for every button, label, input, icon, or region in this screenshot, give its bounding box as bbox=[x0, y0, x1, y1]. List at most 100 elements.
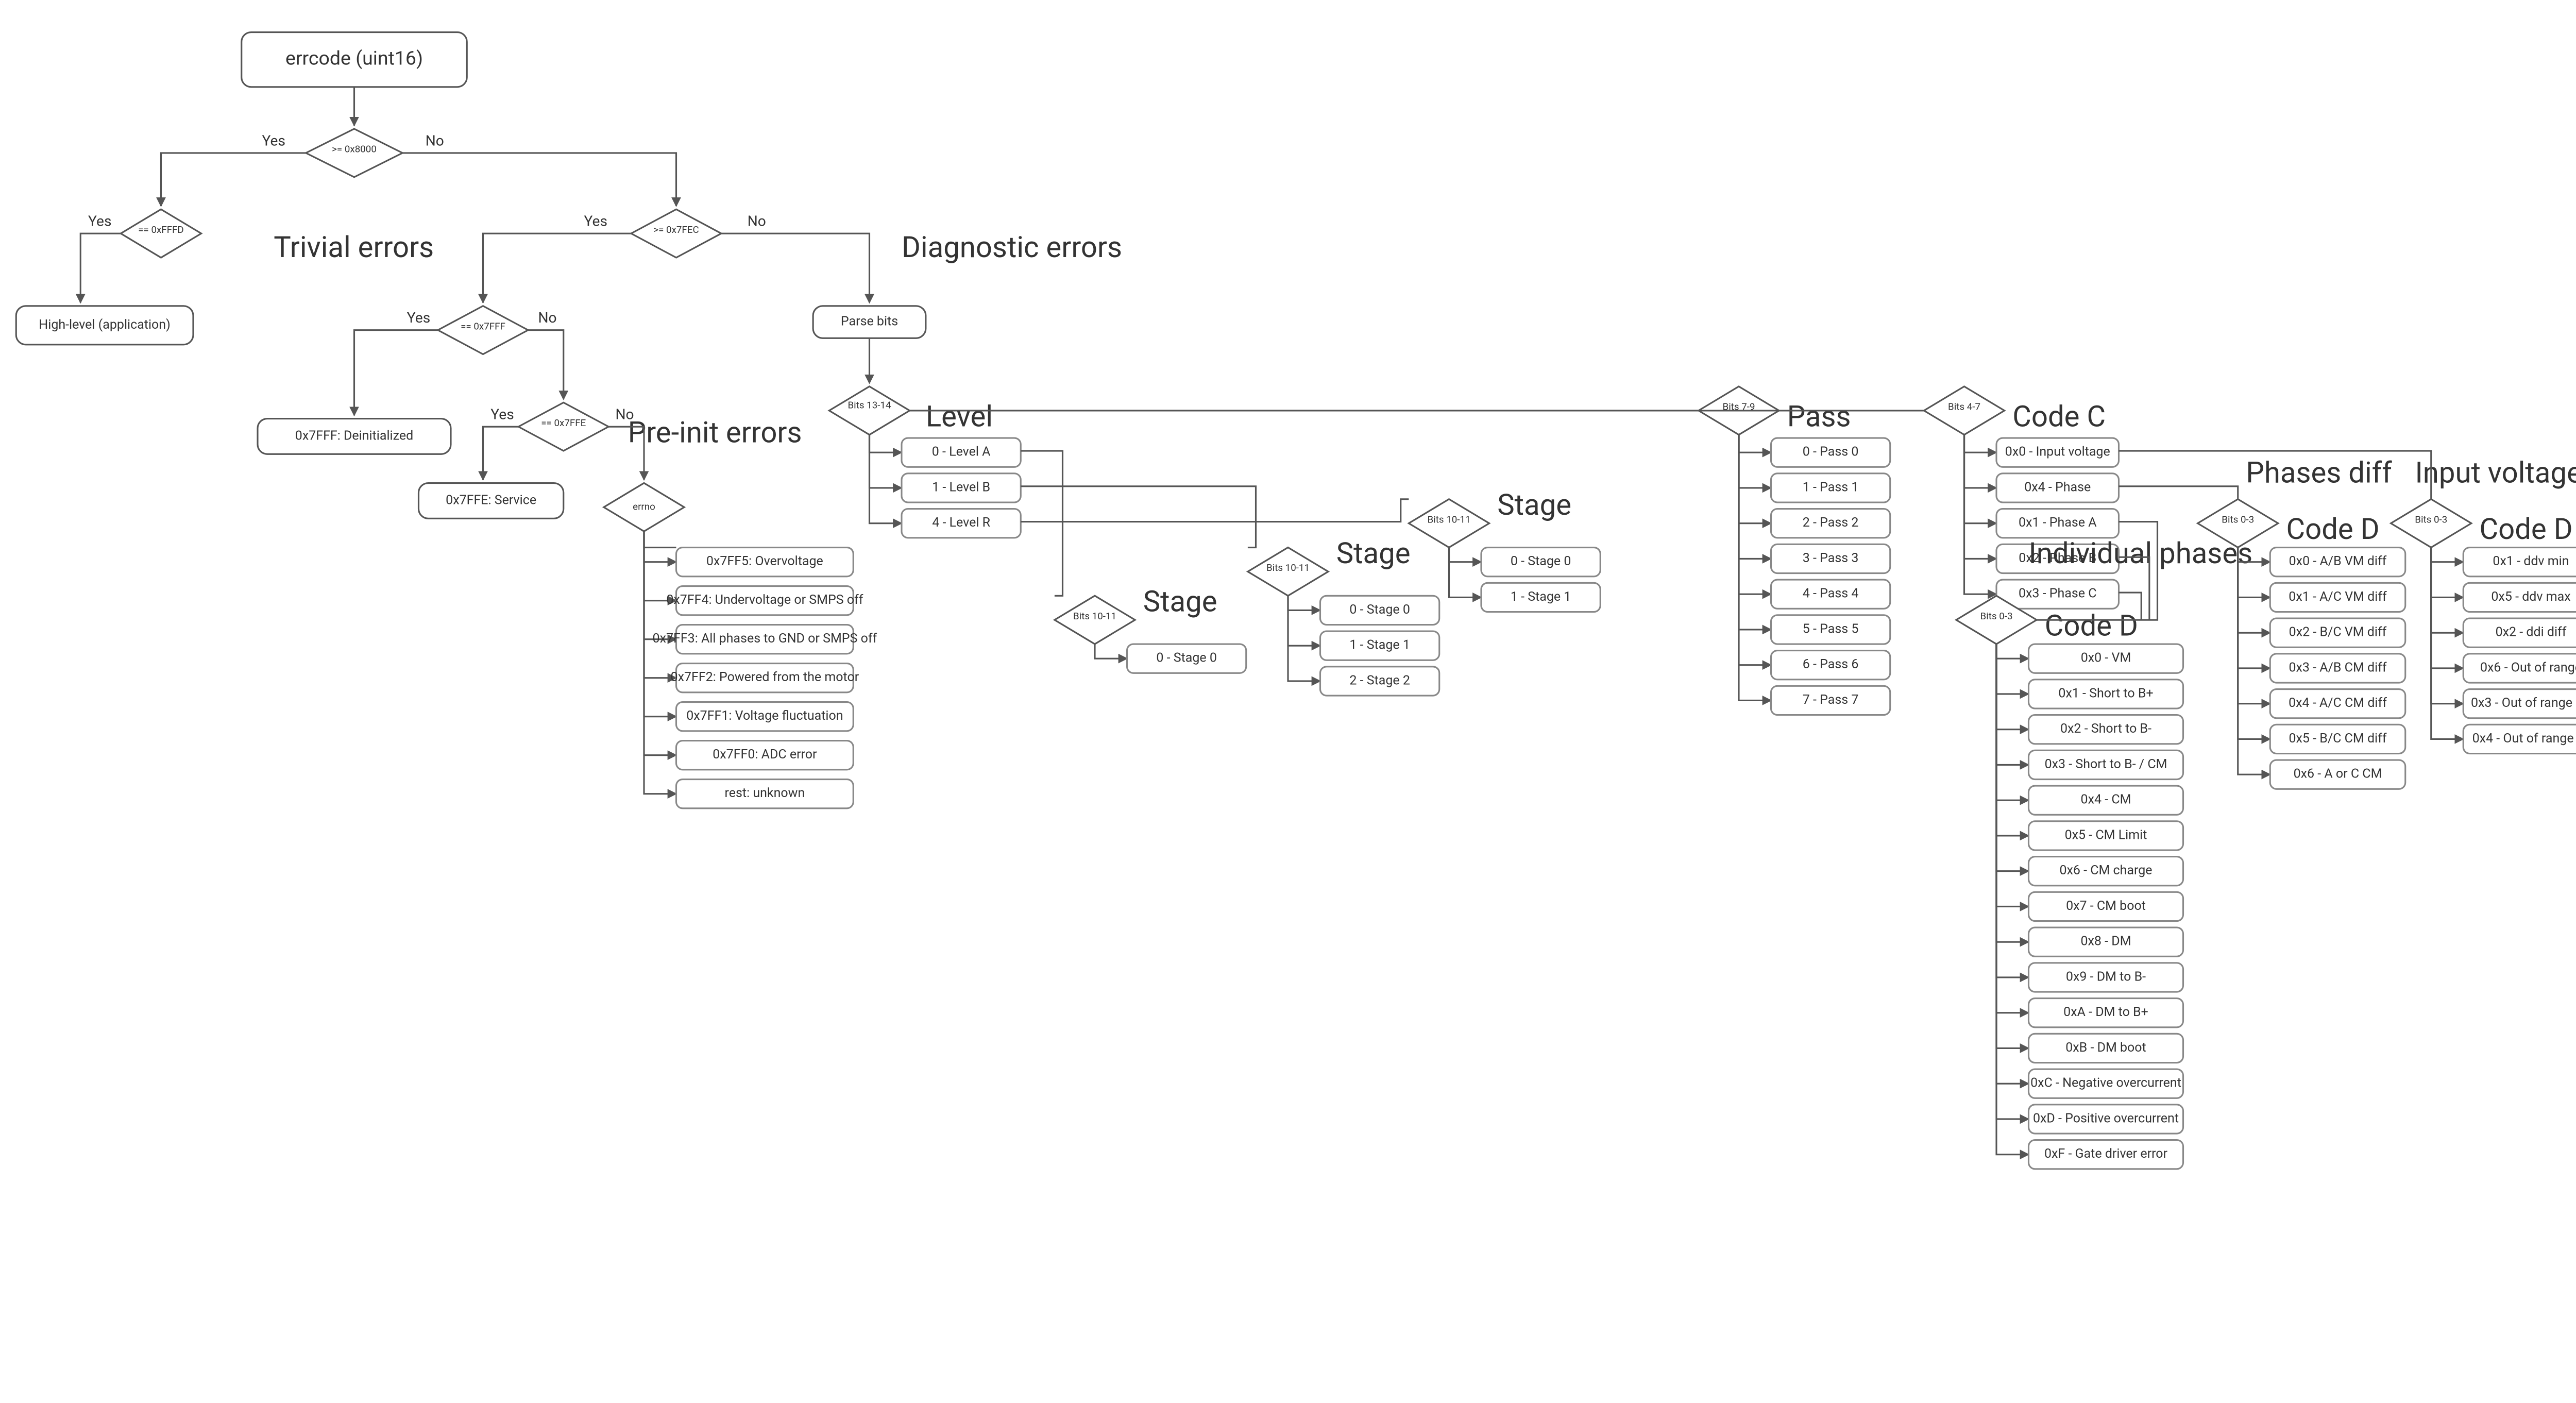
heading-stage-b: Stage bbox=[1336, 536, 1411, 570]
stage-b-list: 0 - Stage 01 - Stage 12 - Stage 2 bbox=[1288, 596, 1439, 696]
leaf-label: 1 - Pass 1 bbox=[1803, 480, 1859, 495]
leaf-label: 0x7FF0: ADC error bbox=[713, 747, 817, 762]
heading-stage-r: Stage bbox=[1497, 488, 1571, 522]
svg-text:0x7FFE: Service: 0x7FFE: Service bbox=[446, 493, 536, 508]
preinit-error-list: 0x7FF5: Overvoltage 0x7FF4: Undervoltage … bbox=[644, 531, 877, 808]
leaf-label: 1 - Stage 1 bbox=[1511, 589, 1571, 604]
edge-label-yes: Yes bbox=[262, 132, 285, 149]
leaf-label: 0x7FF4: Undervoltage or SMPS off bbox=[666, 593, 863, 607]
decision-ge-0x8000: >= 0x8000 bbox=[306, 129, 403, 177]
leaf-label: 0x7FF2: Powered from the motor bbox=[671, 670, 859, 685]
heading-preinit: Pre-init errors bbox=[628, 416, 802, 450]
leaf-label: 3 - Pass 3 bbox=[1803, 551, 1859, 566]
leaf-label: 0x3 - Short to B- / CM bbox=[2045, 757, 2167, 772]
heading-pass: Pass bbox=[1787, 399, 1851, 433]
leaf-label: 0 - Stage 0 bbox=[1511, 554, 1571, 569]
svg-text:No: No bbox=[748, 213, 766, 230]
decision-eq-0xFFFD: == 0xFFFD bbox=[121, 209, 201, 258]
svg-text:Bits 10-11: Bits 10-11 bbox=[1266, 562, 1310, 573]
flowchart: errcode (uint16) >= 0x8000 Yes No == 0xF… bbox=[0, 0, 2576, 1224]
svg-text:0x7FFF: Deinitialized: 0x7FFF: Deinitialized bbox=[295, 428, 413, 443]
leaf-label: 0x8 - DM bbox=[2080, 934, 2131, 949]
svg-text:Yes: Yes bbox=[407, 309, 430, 326]
svg-text:>= 0x8000: >= 0x8000 bbox=[332, 144, 377, 155]
svg-text:Bits 0-3: Bits 0-3 bbox=[2415, 514, 2447, 525]
leaf-label: 0x4 - A/C CM diff bbox=[2289, 696, 2387, 711]
codeD-phasesdiff-list: 0x0 - A/B VM diff 0x1 - A/C VM diff 0x2 - … bbox=[2238, 548, 2405, 789]
leaf-label: 0x6 - Out of range bbox=[2480, 660, 2576, 675]
svg-text:== 0xFFFD: == 0xFFFD bbox=[138, 224, 183, 235]
root-label: errcode (uint16) bbox=[285, 47, 423, 70]
svg-text:>= 0x7FEC: >= 0x7FEC bbox=[653, 224, 699, 235]
leaf-label: 0xD - Positive overcurrent bbox=[2033, 1111, 2179, 1126]
leaf-deinitialized: 0x7FFF: Deinitialized bbox=[258, 419, 451, 454]
svg-text:No: No bbox=[538, 309, 556, 326]
codeD-inputv-list: 0x1 - ddv min 0x5 - ddv max 0x2 - ddi diff… bbox=[2431, 548, 2576, 754]
decision-eq-0x7FFE: == 0x7FFE bbox=[518, 402, 608, 451]
decision-ge-0x7FEC: >= 0x7FEC bbox=[631, 209, 721, 258]
leaf-label: 0x1 - Short to B+ bbox=[2058, 686, 2153, 701]
parse-bits-node: Parse bits bbox=[813, 306, 926, 339]
heading-phasesdiff: Phases diff bbox=[2246, 456, 2392, 490]
leaf-label: 0 - Stage 0 bbox=[1156, 651, 1217, 666]
leaf-label: 0x2 - B/C VM diff bbox=[2289, 625, 2387, 640]
leaf-label: rest: unknown bbox=[725, 786, 805, 801]
leaf-label: 0x5 - ddv max bbox=[2491, 589, 2570, 604]
decision-stage-r: Bits 10-11 bbox=[1409, 499, 1489, 548]
leaf-label: 7 - Pass 7 bbox=[1803, 692, 1859, 707]
leaf-highlevel: High-level (application) bbox=[16, 306, 193, 345]
svg-text:Yes: Yes bbox=[490, 406, 514, 423]
leaf-label: 0x1 - A/C VM diff bbox=[2289, 589, 2387, 604]
leaf-label: 0x4 - Out of range HI bbox=[2472, 731, 2576, 746]
heading-stage-a: Stage bbox=[1143, 585, 1217, 619]
leaf-label: 0x7 - CM boot bbox=[2066, 899, 2146, 914]
leaf-label: 0x4 - CM bbox=[2081, 792, 2131, 807]
svg-text:== 0x7FFF: == 0x7FFF bbox=[461, 320, 505, 332]
leaf-label: 6 - Pass 6 bbox=[1803, 657, 1859, 672]
leaf-label: 0x5 - B/C CM diff bbox=[2289, 731, 2386, 746]
leaf-service: 0x7FFE: Service bbox=[419, 483, 564, 519]
svg-text:Yes: Yes bbox=[88, 213, 111, 230]
heading-level: Level bbox=[926, 399, 993, 433]
heading-codeD-inputv: Code D bbox=[2480, 512, 2573, 546]
heading-individual: Individual phases bbox=[2029, 536, 2253, 570]
svg-text:Bits 10-11: Bits 10-11 bbox=[1427, 514, 1470, 525]
svg-text:Bits 0-3: Bits 0-3 bbox=[1980, 611, 2013, 622]
leaf-label: 0xF - Gate driver error bbox=[2044, 1146, 2168, 1161]
leaf-label: 0x4 - Phase bbox=[2024, 480, 2091, 495]
svg-text:Bits 10-11: Bits 10-11 bbox=[1073, 611, 1116, 622]
leaf-label: 0x0 - A/B VM diff bbox=[2289, 554, 2387, 569]
heading-codeD-individual: Code D bbox=[2045, 609, 2138, 643]
leaf-label: 0x1 - ddv min bbox=[2493, 554, 2569, 569]
svg-text:Bits 0-3: Bits 0-3 bbox=[2222, 514, 2254, 525]
codeD-individual-list: 0x0 - VM 0x1 - Short to B+ 0x2 - Short to … bbox=[1996, 644, 2183, 1169]
leaf-label: 0xA - DM to B+ bbox=[2063, 1005, 2148, 1020]
leaf-label: 0xB - DM boot bbox=[2065, 1040, 2146, 1055]
heading-codeD-phasesdiff: Code D bbox=[2286, 512, 2380, 546]
leaf-label: 0x3 - Phase C bbox=[2019, 586, 2097, 601]
heading-diagnostic: Diagnostic errors bbox=[902, 230, 1122, 264]
leaf-label: 5 - Pass 5 bbox=[1803, 621, 1859, 636]
leaf-label: 0x0 - VM bbox=[2081, 651, 2131, 666]
decision-bits-4-7: Bits 4-7 bbox=[1924, 386, 2004, 435]
leaf-label: 1 - Stage 1 bbox=[1349, 638, 1410, 653]
root-node: errcode (uint16) bbox=[242, 32, 467, 87]
edge-label-no: No bbox=[426, 132, 444, 149]
leaf-label: 1 - Level B bbox=[932, 480, 990, 495]
leaf-label: 0x2 - ddi diff bbox=[2496, 625, 2567, 640]
leaf-label: 4 - Level R bbox=[932, 515, 990, 530]
decision-stage-a: Bits 10-11 bbox=[1055, 596, 1135, 644]
leaf-label: 4 - Pass 4 bbox=[1803, 586, 1859, 601]
leaf-label: 0x7FF3: All phases to GND or SMPS off bbox=[653, 631, 877, 646]
leaf-label: 0x7FF5: Overvoltage bbox=[706, 554, 823, 569]
stage-r-list: 0 - Stage 0 1 - Stage 1 bbox=[1449, 548, 1601, 612]
leaf-label: 0 - Stage 0 bbox=[1349, 602, 1410, 617]
svg-text:High-level (application): High-level (application) bbox=[39, 317, 170, 332]
svg-text:errno: errno bbox=[633, 501, 655, 512]
stage-a-list: 0 - Stage 0 bbox=[1095, 644, 1246, 673]
svg-text:Yes: Yes bbox=[584, 213, 607, 230]
decision-bits-13-14: Bits 13-14 bbox=[829, 386, 909, 435]
leaf-label: 0x3 - Out of range LO bbox=[2471, 696, 2576, 711]
leaf-label: 0x2 - Short to B- bbox=[2060, 721, 2151, 736]
leaf-label: 0x3 - A/B CM diff bbox=[2289, 660, 2386, 675]
